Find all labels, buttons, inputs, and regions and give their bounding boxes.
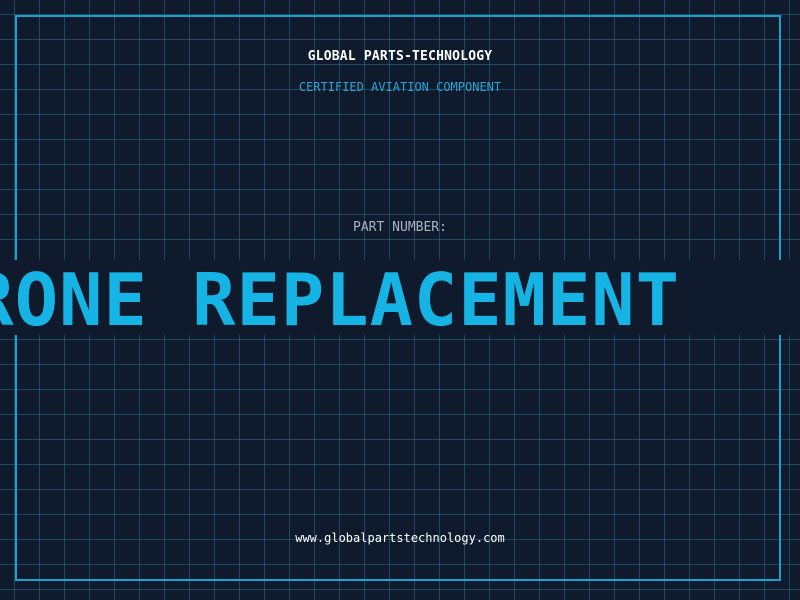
certification-tagline: CERTIFIED AVIATION COMPONENT — [298, 80, 502, 94]
part-number-label: PART NUMBER: — [353, 220, 447, 235]
part-number-value: UNDER DRONE REPLACEMENT — [0, 260, 680, 335]
part-number-band: UNDER DRONE REPLACEMENT — [0, 260, 800, 335]
website-url: www.globalpartstechnology.com — [295, 531, 505, 545]
company-name: GLOBAL PARTS-TECHNOLOGY — [307, 49, 493, 64]
label-card: GLOBAL PARTS-TECHNOLOGY CERTIFIED AVIATI… — [0, 0, 800, 600]
